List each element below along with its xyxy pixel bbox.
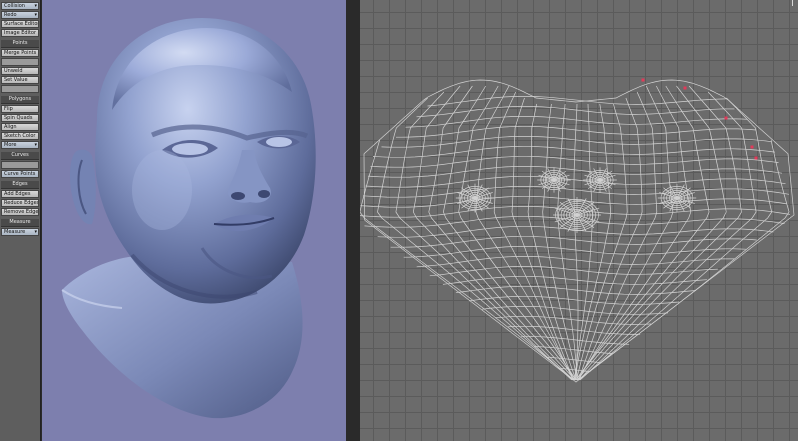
- group-title-curves: Curves: [1, 152, 39, 160]
- group-title-points: Points: [1, 40, 39, 48]
- tool-button-remove-edges[interactable]: Remove Edges: [1, 208, 39, 216]
- uv-wireframe: [360, 78, 795, 383]
- dropdown-measure[interactable]: Measure: [1, 228, 39, 236]
- viewport-divider[interactable]: [346, 0, 360, 441]
- tool-button-blank: [1, 58, 39, 66]
- tool-button-flip[interactable]: Flip: [1, 105, 39, 113]
- dropdown-collision[interactable]: Collision: [1, 2, 39, 10]
- tool-button-merge-points[interactable]: Merge Points: [1, 49, 39, 57]
- selected-uv-point[interactable]: [641, 78, 645, 82]
- selected-uv-point[interactable]: [724, 116, 728, 120]
- selected-uv-point[interactable]: [750, 145, 754, 149]
- tool-button-unweld[interactable]: Unweld: [1, 67, 39, 75]
- tool-panel: CollisionRedoSurface EditorImage Editor P…: [0, 0, 41, 441]
- tool-button-image-editor[interactable]: Image Editor: [1, 29, 39, 37]
- tool-button-add-edges[interactable]: Add Edges: [1, 190, 39, 198]
- head-model: [61, 18, 316, 419]
- tool-button-blank: [1, 161, 39, 169]
- group-title-edges: Edges: [1, 181, 39, 189]
- dropdown-curve-points[interactable]: Curve Points: [1, 170, 39, 178]
- uv-map-viewport[interactable]: [360, 0, 798, 441]
- tool-button-spin-quads[interactable]: Spin Quads: [1, 114, 39, 122]
- tool-button-align[interactable]: Align: [1, 123, 39, 131]
- group-title-measure: Measure: [1, 219, 39, 227]
- tool-button-sketch-color[interactable]: Sketch Color: [1, 132, 39, 140]
- selected-uv-point[interactable]: [683, 86, 687, 90]
- tool-button-set-value[interactable]: Set Value: [1, 76, 39, 84]
- group-title-polygons: Polygons: [1, 96, 39, 104]
- tool-button-reduce-edges[interactable]: Reduce Edges: [1, 199, 39, 207]
- selected-uv-point[interactable]: [754, 156, 758, 160]
- tool-button-blank: [1, 85, 39, 93]
- perspective-viewport[interactable]: [42, 0, 346, 441]
- dropdown-redo[interactable]: Redo: [1, 11, 39, 19]
- dropdown-more[interactable]: More: [1, 141, 39, 149]
- tool-button-surface-editor[interactable]: Surface Editor: [1, 20, 39, 28]
